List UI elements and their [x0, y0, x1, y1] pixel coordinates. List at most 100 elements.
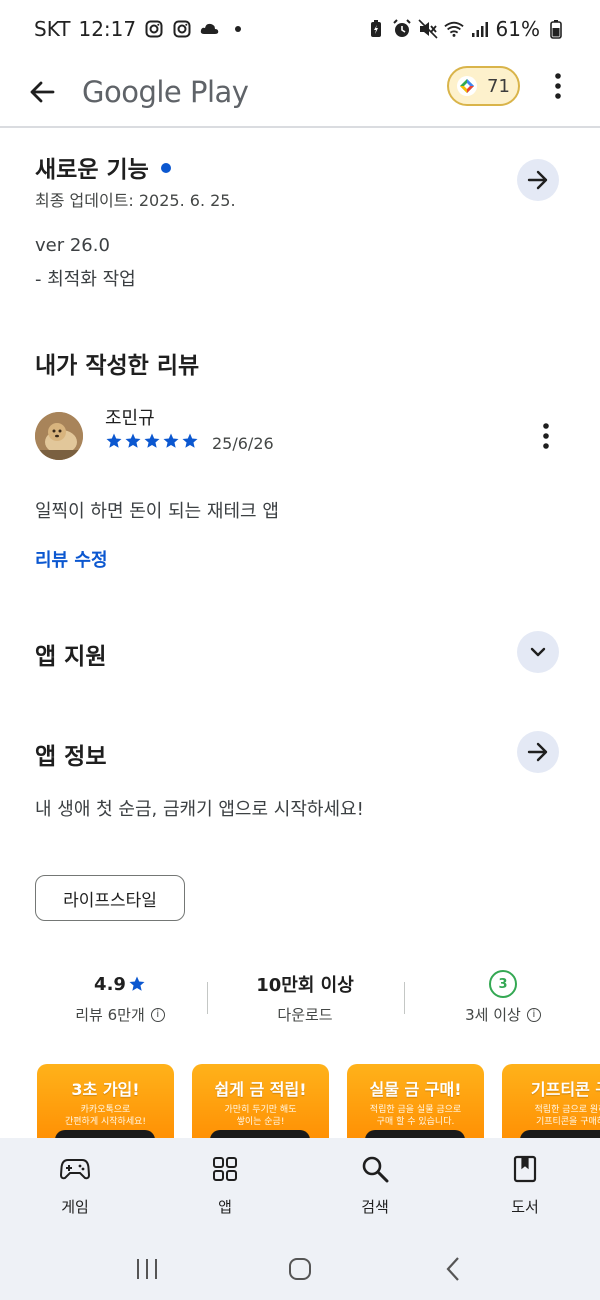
carrier-label: SKT	[34, 17, 71, 41]
about-app-arrow-button[interactable]	[517, 731, 559, 773]
search-icon	[360, 1154, 390, 1184]
stat-divider	[404, 982, 405, 1014]
review-text: 일찍이 하면 돈이 되는 재테크 앱	[35, 501, 279, 522]
bottom-navigation: 게임 앱 검색 도서	[0, 1138, 600, 1238]
app-description: 내 생애 첫 순금, 금캐기 앱으로 시작하세요!	[35, 799, 364, 820]
instagram-icon-2	[172, 19, 192, 39]
last-updated: 최종 업데이트: 2025. 6. 25.	[35, 191, 236, 210]
nav-label: 도서	[511, 1198, 539, 1216]
update-note: - 최적화 작업	[35, 269, 136, 290]
downloads-value: 10만회 이상	[256, 975, 354, 996]
screenshot-desc: 가만히 두기만 해도 쌓이는 순금!	[224, 1105, 297, 1127]
star-icon	[106, 433, 122, 448]
rating-stat[interactable]: 4.9 리뷰 6만개 i	[35, 970, 205, 1025]
whats-new-heading: 새로운 기능	[35, 150, 171, 184]
home-button[interactable]	[280, 1249, 320, 1289]
screenshot-title: 기프티콘 구	[530, 1080, 600, 1099]
arrow-right-icon	[527, 742, 548, 762]
phone-mockup	[520, 1130, 600, 1138]
star-icon	[144, 433, 160, 448]
app-bar: Google Play 71	[0, 58, 600, 128]
clock: 12:17	[78, 17, 137, 41]
age-label: 3세 이상	[465, 1006, 521, 1024]
app-support-expand-button[interactable]	[517, 631, 559, 673]
more-vert-icon	[555, 73, 561, 99]
phone-mockup	[55, 1130, 155, 1138]
screenshot-card[interactable]: 기프티콘 구 적립한 금으로 원하 기프티콘을 구매하	[502, 1064, 600, 1138]
battery-saver-icon	[366, 19, 386, 39]
mute-icon	[417, 19, 438, 39]
review-rating-stars	[105, 432, 199, 450]
screenshot-desc: 적립한 금으로 원하 기프티콘을 구매하	[534, 1105, 600, 1127]
age-rating-badge: 3	[489, 970, 517, 998]
recents-icon	[136, 1259, 157, 1279]
play-points-chip[interactable]: 71	[447, 66, 520, 106]
system-navigation-bar	[0, 1238, 600, 1300]
status-bar: SKT 12:17 61%	[0, 0, 600, 58]
screenshot-desc: 카카오톡으로 간편하게 시작하세요!	[65, 1105, 146, 1127]
screenshot-card[interactable]: 3초 가입! 카카오톡으로 간편하게 시작하세요!	[37, 1064, 174, 1138]
book-icon	[510, 1154, 540, 1184]
screenshot-title: 쉽게 금 적립!	[214, 1080, 307, 1099]
star-icon	[125, 433, 141, 448]
downloads-stat: 10만회 이상 다운로드	[220, 970, 390, 1025]
gamepad-icon	[60, 1154, 90, 1184]
nav-item-books[interactable]: 도서	[450, 1138, 600, 1238]
review-date: 25/6/26	[212, 434, 274, 453]
my-review-heading: 내가 작성한 리뷰	[35, 353, 200, 379]
system-back-button[interactable]	[433, 1249, 473, 1289]
nav-item-games[interactable]: 게임	[0, 1138, 150, 1238]
battery-percent: 61%	[495, 17, 540, 41]
content-rating-badge-row: 3	[418, 970, 588, 998]
info-icon: i	[526, 1007, 541, 1022]
nav-label: 앱	[218, 1198, 232, 1216]
phone-mockup	[365, 1130, 465, 1138]
screenshot-carousel[interactable]: 3초 가입! 카카오톡으로 간편하게 시작하세요! 쉽게 금 적립! 가만히 두…	[0, 1064, 600, 1138]
google-play-logo: Google Play	[82, 75, 249, 109]
new-indicator-dot	[160, 162, 171, 173]
edit-review-link[interactable]: 리뷰 수정	[35, 546, 108, 572]
phone-mockup	[210, 1130, 310, 1138]
stat-divider	[207, 982, 208, 1014]
chevron-down-icon	[530, 647, 546, 657]
wifi-icon	[443, 19, 464, 39]
nav-item-search[interactable]: 검색	[300, 1138, 450, 1238]
screenshot-title: 실물 금 구매!	[369, 1080, 462, 1099]
review-count: 리뷰 6만개	[75, 1006, 145, 1024]
instagram-icon	[144, 19, 164, 39]
category-chip[interactable]: 라이프스타일	[35, 875, 185, 921]
review-options-button[interactable]	[530, 420, 562, 452]
reviewer-name: 조민규	[105, 408, 155, 429]
play-points-count: 71	[487, 75, 510, 97]
rating-value-row: 4.9	[35, 970, 205, 998]
about-app-heading: 앱 정보	[35, 744, 107, 770]
battery-icon	[546, 19, 566, 39]
star-icon	[182, 433, 198, 448]
downloads-label: 다운로드	[277, 1006, 333, 1024]
status-left: SKT 12:17	[34, 17, 248, 41]
back-button[interactable]	[22, 72, 62, 112]
chevron-left-icon	[446, 1257, 460, 1281]
nav-label: 검색	[361, 1198, 389, 1216]
review-count-row: 리뷰 6만개 i	[35, 1004, 205, 1025]
rating-value: 4.9	[94, 973, 126, 995]
alarm-icon	[392, 19, 412, 39]
apps-grid-icon	[210, 1154, 240, 1184]
content-rating-stat[interactable]: 3 3세 이상 i	[418, 970, 588, 1025]
whats-new-title: 새로운 기능	[35, 157, 149, 183]
nav-item-apps[interactable]: 앱	[150, 1138, 300, 1238]
signal-icon	[470, 19, 490, 39]
version-text: ver 26.0	[35, 235, 110, 256]
app-support-heading: 앱 지원	[35, 644, 107, 670]
whats-new-arrow-button[interactable]	[517, 159, 559, 201]
info-icon: i	[150, 1007, 165, 1022]
recent-apps-button[interactable]	[127, 1249, 167, 1289]
notification-dot-icon	[228, 19, 248, 39]
play-points-icon	[457, 76, 477, 96]
nav-label: 게임	[61, 1198, 89, 1216]
screenshot-card[interactable]: 쉽게 금 적립! 가만히 두기만 해도 쌓이는 순금!	[192, 1064, 329, 1138]
more-options-button[interactable]	[540, 68, 576, 104]
status-right: 61%	[366, 17, 566, 41]
age-label-row: 3세 이상 i	[418, 1004, 588, 1025]
screenshot-card[interactable]: 실물 금 구매! 적립한 금을 실물 금으로 구매 할 수 있습니다.	[347, 1064, 484, 1138]
